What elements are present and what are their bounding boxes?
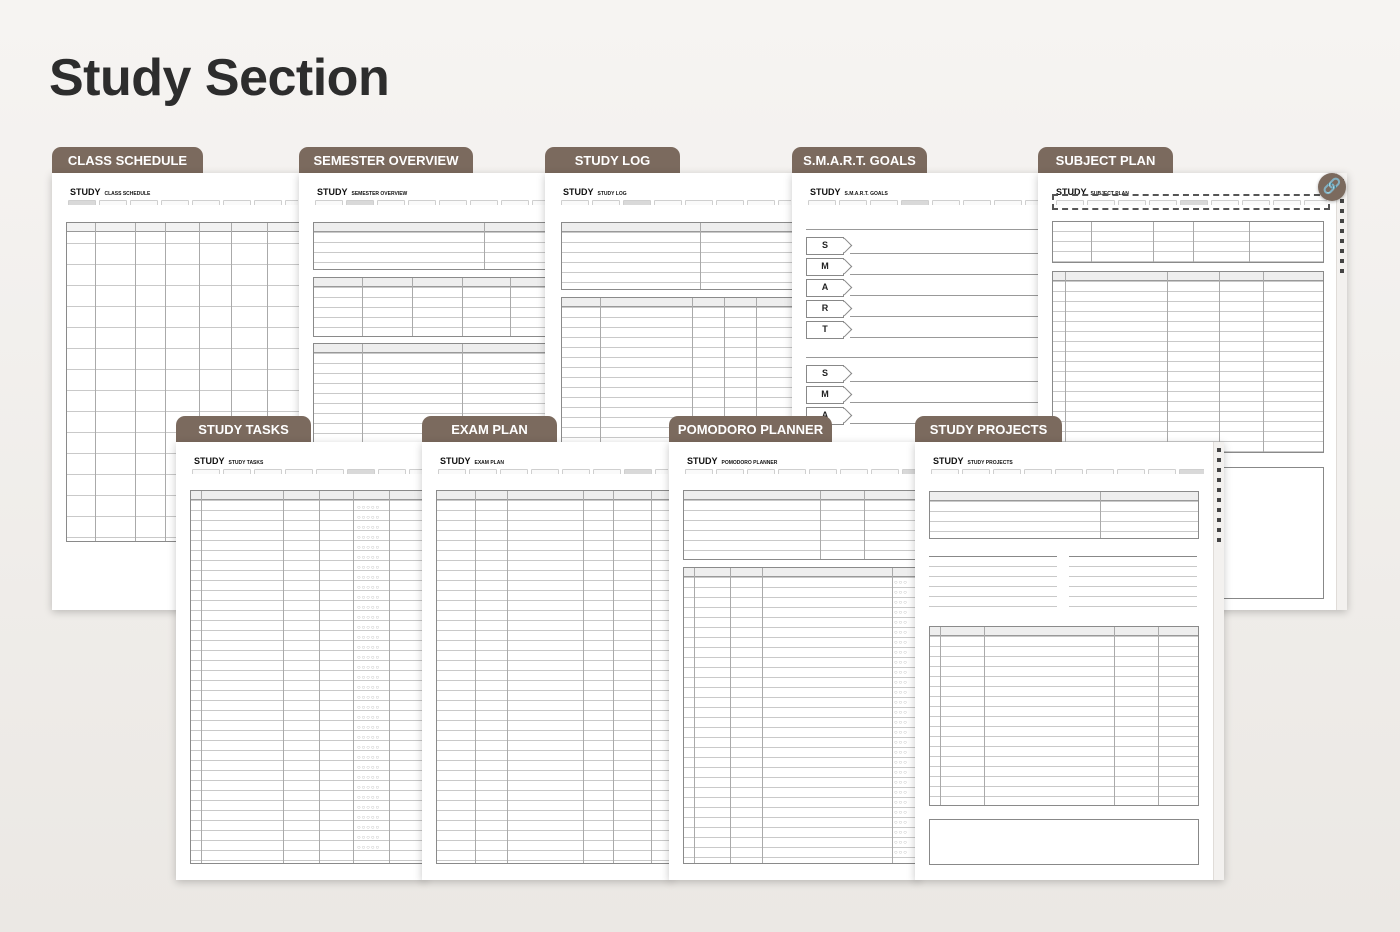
goal-line — [850, 258, 1042, 275]
priority-circles: ○○○○○ ○○○○○ ○○○○○ ○○○○○ ○○○○○ ○○○○○ ○○○○… — [357, 505, 381, 851]
sheet-header: STUDY STUDY PROJECTS — [933, 456, 1013, 466]
tab-semester-overview[interactable]: SEMESTER OVERVIEW — [299, 147, 473, 175]
pomodoro-table: ○○○ ○○○ ○○○ ○○○ ○○○ ○○○ ○○○ ○○○ ○○○ ○○○ … — [683, 567, 919, 864]
nav-tabs-row — [685, 469, 915, 474]
sheet-semester-overview: STUDY SEMESTER OVERVIEW — [299, 173, 549, 443]
page-title: Study Section — [49, 49, 390, 107]
project-tasks-table — [929, 626, 1199, 806]
tab-smart-goals[interactable]: S.M.A.R.T. GOALS — [792, 147, 927, 175]
tab-study-projects[interactable]: STUDY PROJECTS — [915, 416, 1062, 444]
memo-box — [929, 819, 1199, 865]
tab-pomodoro-planner[interactable]: POMODORO PLANNER — [669, 416, 832, 444]
tab-study-log[interactable]: STUDY LOG — [545, 147, 680, 175]
sheet-study-tasks: STUDY STUDY TASKS ○○○○○ ○○○○○ ○○○○○ ○○○○○… — [176, 442, 426, 880]
nav-tabs-row — [68, 200, 298, 205]
resources-list — [1069, 556, 1197, 615]
goal-line — [850, 321, 1042, 338]
project-info-table — [929, 491, 1199, 539]
tab-study-tasks[interactable]: STUDY TASKS — [176, 416, 311, 444]
tab-subject-plan[interactable]: SUBJECT PLAN — [1038, 147, 1173, 175]
sheet-study-log: STUDY STUDY LOG — [545, 173, 795, 443]
goal-1-line — [806, 217, 1042, 230]
link-icon[interactable]: 🔗 — [1318, 173, 1346, 201]
goal-line — [850, 237, 1042, 254]
side-nav-bar[interactable] — [1336, 173, 1347, 610]
goal-line — [850, 300, 1042, 317]
top-priorities-table — [683, 490, 919, 560]
goal-2-line — [806, 345, 1042, 358]
smart-letter: S — [806, 365, 844, 383]
tab-class-schedule[interactable]: CLASS SCHEDULE — [52, 147, 203, 175]
top-priorities-list — [929, 556, 1057, 615]
sheet-header: STUDY S.M.A.R.T. GOALS — [810, 187, 888, 197]
tasks-table: ○○○○○ ○○○○○ ○○○○○ ○○○○○ ○○○○○ ○○○○○ ○○○○… — [190, 490, 426, 864]
subject-table — [313, 277, 549, 337]
nav-tabs-row — [808, 200, 1038, 205]
tab-exam-plan[interactable]: EXAM PLAN — [422, 416, 557, 444]
sheet-header: STUDY SEMESTER OVERVIEW — [317, 187, 408, 197]
sheet-header: STUDY POMODORO PLANNER — [687, 456, 778, 466]
goal-line — [850, 386, 1042, 403]
sheet-header: STUDY EXAM PLAN — [440, 456, 504, 466]
smart-letter: T — [806, 321, 844, 339]
sheet-exam-plan: STUDY EXAM PLAN — [422, 442, 672, 880]
important-dates-table — [561, 222, 795, 290]
nav-tabs-row — [192, 469, 422, 474]
nav-tabs-row — [1056, 200, 1327, 205]
sheet-smart-goals: STUDY S.M.A.R.T. GOALS S M A R T S M A — [792, 173, 1042, 443]
sheet-header: STUDY CLASS SCHEDULE — [70, 187, 151, 197]
sheet-header: STUDY STUDY LOG — [563, 187, 627, 197]
semester-info-table — [313, 222, 549, 270]
smart-letter: S — [806, 237, 844, 255]
nav-tabs-row — [561, 200, 791, 205]
subject-info-table — [1052, 221, 1324, 263]
nav-tabs-row — [315, 200, 545, 205]
exam-table — [436, 490, 672, 864]
smart-letter: A — [806, 279, 844, 297]
sheet-pomodoro-planner: STUDY POMODORO PLANNER ○○○ ○○○ ○○○ ○○○ ○○… — [669, 442, 919, 880]
sheet-study-projects: STUDY STUDY PROJECTS — [915, 442, 1224, 880]
smart-letter: R — [806, 300, 844, 318]
nav-tabs-row — [438, 469, 668, 474]
task-list-table — [1052, 271, 1324, 453]
side-nav-bar[interactable] — [1213, 442, 1224, 880]
nav-tabs-row — [931, 469, 1204, 474]
goal-line — [850, 279, 1042, 296]
smart-letter: M — [806, 258, 844, 276]
smart-letter: M — [806, 386, 844, 404]
pomodoro-circles: ○○○ ○○○ ○○○ ○○○ ○○○ ○○○ ○○○ ○○○ ○○○ ○○○ … — [894, 580, 908, 856]
sheet-header: STUDY STUDY TASKS — [194, 456, 264, 466]
goal-line — [850, 365, 1042, 382]
